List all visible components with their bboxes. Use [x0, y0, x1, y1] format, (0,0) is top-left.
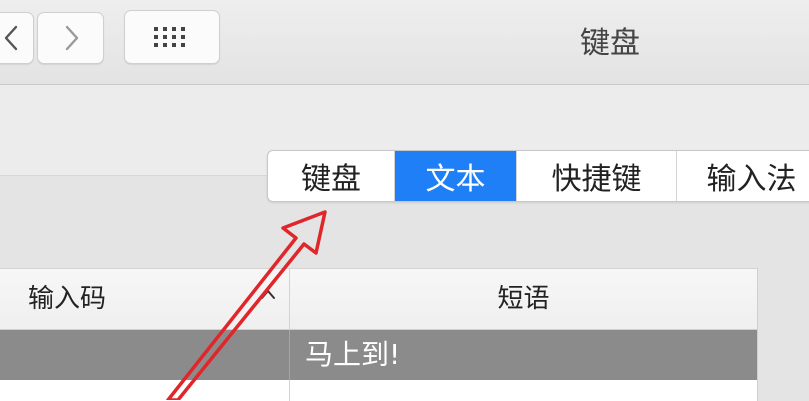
show-all-button[interactable] [124, 10, 220, 64]
tab-shortcuts[interactable]: 快捷键 [517, 151, 677, 201]
chevron-up-icon [261, 290, 275, 299]
back-button[interactable] [0, 12, 34, 64]
table-header: 输入码 短语 [0, 269, 757, 330]
forward-button[interactable] [37, 12, 104, 64]
column-header-phrase[interactable]: 短语 [290, 269, 757, 329]
chevron-left-icon [4, 25, 18, 51]
toolbar: 键盘 [0, 0, 809, 85]
tab-input-sources[interactable]: 输入法 [677, 151, 809, 201]
tab-keyboard[interactable]: 键盘 [268, 151, 395, 201]
phrase-cell[interactable]: 马上到! [305, 330, 400, 380]
tab-bar: 键盘 文本 快捷键 输入法 [267, 150, 809, 202]
window-title: 键盘 [580, 26, 640, 61]
chevron-right-icon [65, 25, 78, 51]
grid-icon [154, 27, 185, 47]
column-header-code[interactable]: 输入码 [28, 269, 106, 329]
text-replacement-table: 输入码 短语 马上到! [0, 268, 758, 401]
cell-divider [289, 330, 290, 380]
table-row[interactable]: 马上到! [0, 330, 757, 380]
tab-text[interactable]: 文本 [395, 151, 517, 201]
